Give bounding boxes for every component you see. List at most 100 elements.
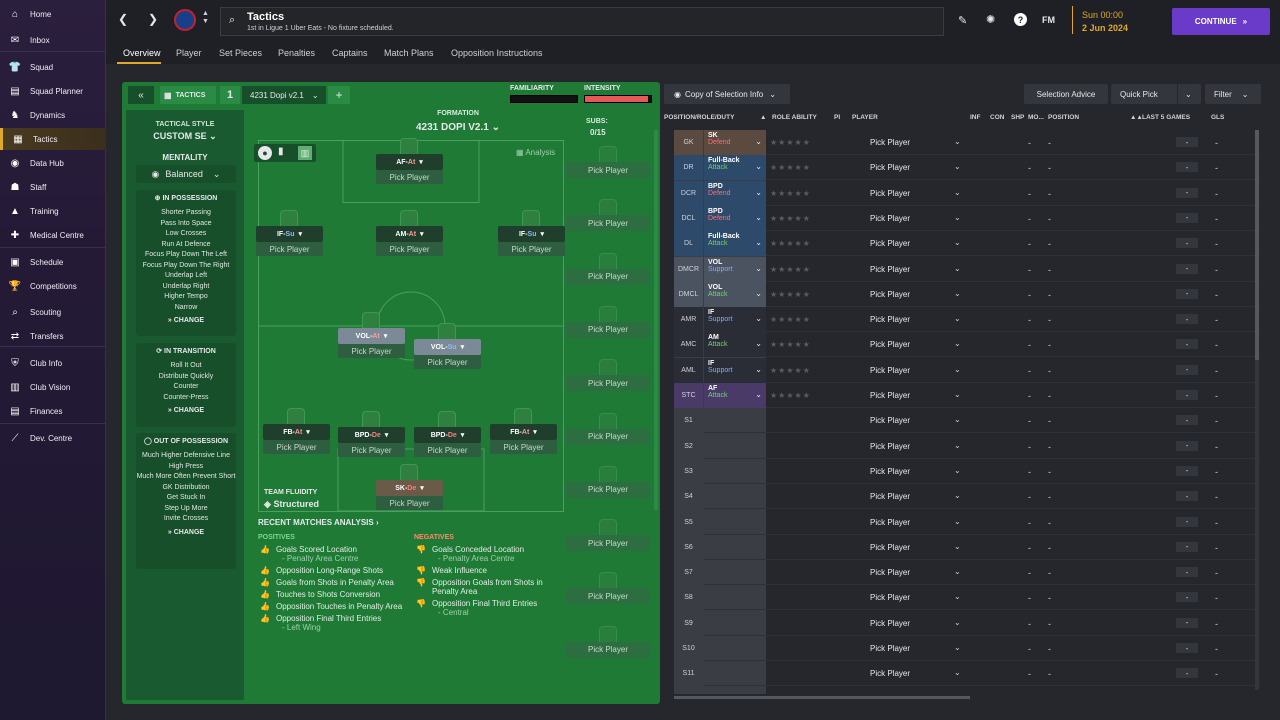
forward-arrow-icon[interactable]: ❯ [148, 12, 158, 26]
sidebar-item-dev-centre[interactable]: ⟋ Dev. Centre [0, 427, 106, 449]
tab-captains[interactable]: Captains [332, 48, 368, 58]
sidebar-item-staff[interactable]: ☗ Staff [0, 176, 106, 198]
table-row[interactable]: DCR BPD Defend ⌄ ★★★★★ Pick Player ⌄ - - - - [674, 180, 1260, 206]
sidebar-item-transfers[interactable]: ⇄ Transfers [0, 325, 106, 347]
pick-player-dropdown[interactable]: Pick Player [870, 543, 910, 552]
in-possession-box[interactable]: ⊕ IN POSSESSION Shorter Passing Pass Into… [136, 190, 236, 336]
sidebar-item-club-vision[interactable]: ▥ Club Vision [0, 376, 106, 398]
club-switch-chevrons-icon[interactable]: ▲ ▼ [202, 10, 209, 26]
pick-player-button[interactable]: Pick Player [263, 440, 330, 454]
sidebar-item-club-info[interactable]: ⛨ Club Info [0, 352, 106, 374]
sub-pick-player-button[interactable]: Pick Player [566, 535, 650, 552]
sidebar-item-squad-planner[interactable]: ▤ Squad Planner [0, 80, 106, 102]
table-row[interactable]: S1 Pick Player ⌄ - - - - [674, 408, 1260, 434]
col-shp[interactable]: SHP [1011, 114, 1024, 121]
sub-pick-player-button[interactable]: Pick Player [566, 375, 650, 392]
pick-player-dropdown[interactable]: Pick Player [870, 239, 910, 248]
negative-item[interactable]: 👎 Opposition Goals from Shots in Penalty … [416, 578, 566, 596]
col-position-role-duty[interactable]: POSITION/ROLE/DUTY [664, 114, 734, 121]
sub-pick-player-button[interactable]: Pick Player [566, 588, 650, 605]
sidebar-item-medical-centre[interactable]: ✚ Medical Centre [0, 224, 106, 246]
sidebar-item-competitions[interactable]: 🏆 Competitions [0, 275, 106, 297]
sidebar-item-training[interactable]: ▲ Training [0, 200, 106, 222]
back-arrow-icon[interactable]: ❮ [118, 12, 128, 26]
pick-player-dropdown[interactable]: Pick Player [870, 163, 910, 172]
positive-item[interactable]: 👍 Goals from Shots in Penalty Area [260, 578, 410, 587]
pick-player-button[interactable]: Pick Player [376, 496, 443, 510]
sub-pick-player-button[interactable]: Pick Player [566, 268, 650, 285]
pick-player-button[interactable]: Pick Player [338, 443, 405, 457]
tactic-name-dropdown[interactable]: 4231 Dopi v2.1 ⌄ [242, 86, 326, 104]
pick-player-button[interactable]: Pick Player [498, 242, 565, 256]
table-row[interactable]: S6 Pick Player ⌄ - - - - [674, 534, 1260, 560]
table-row[interactable]: DL Full-Back Attack ⌄ ★★★★★ Pick Player ⌄ - - - - [674, 231, 1260, 257]
sub-pick-player-button[interactable]: Pick Player [566, 215, 650, 232]
tab-opposition-instructions[interactable]: Opposition Instructions [451, 48, 543, 58]
table-row[interactable]: AMR IF Support ⌄ ★★★★★ Pick Player ⌄ - - - - [674, 307, 1260, 333]
club-badge-icon[interactable] [174, 9, 196, 31]
sidebar-item-finances[interactable]: ▤ Finances [0, 400, 106, 422]
fm-logo[interactable]: FM [1042, 15, 1055, 25]
tactical-style-dropdown[interactable]: CUSTOM SE ⌄ [126, 131, 244, 142]
pick-player-button[interactable]: Pick Player [376, 242, 443, 256]
table-horizontal-scrollbar[interactable] [674, 696, 970, 699]
sidebar-item-schedule[interactable]: ▣ Schedule [0, 251, 106, 273]
table-row[interactable]: AMC AM Attack ⌄ ★★★★★ Pick Player ⌄ - - - - [674, 332, 1260, 358]
role-cell[interactable]: IF Support ⌄ [704, 357, 766, 383]
positive-item[interactable]: 👍 Goals Scored Location - Penalty Area Cen… [260, 545, 410, 563]
role-cell[interactable]: AF Attack ⌄ [704, 383, 766, 408]
role-cell[interactable]: Full-Back Attack ⌄ [704, 155, 766, 181]
out-of-possession-change-button[interactable]: » CHANGE [136, 529, 236, 536]
role-cell[interactable]: SK Defend ⌄ [704, 130, 766, 155]
role-duty-selector[interactable]: AM - At ▾ [376, 226, 443, 242]
table-row[interactable]: STC AF Attack ⌄ ★★★★★ Pick Player ⌄ - - - - [674, 383, 1260, 408]
role-duty-selector[interactable]: SK - De ▾ [376, 480, 443, 496]
table-row[interactable]: DCL BPD Defend ⌄ ★★★★★ Pick Player ⌄ - - - - [674, 205, 1260, 231]
tactic-board-icon[interactable]: ▥ [298, 146, 312, 160]
role-cell[interactable]: IF Support ⌄ [704, 307, 766, 333]
filter-dropdown[interactable]: Filter ⌄ [1205, 84, 1261, 104]
sidebar-item-dynamics[interactable]: ♞ Dynamics [0, 104, 106, 126]
in-transition-change-button[interactable]: » CHANGE [136, 407, 236, 414]
pick-player-dropdown[interactable]: Pick Player [870, 315, 910, 324]
negative-item[interactable]: 👎 Goals Conceded Location - Penalty Area C… [416, 545, 566, 563]
pick-player-dropdown[interactable]: Pick Player [870, 391, 910, 400]
pick-player-dropdown[interactable]: Pick Player [870, 290, 910, 299]
col-pi[interactable]: PI [834, 114, 840, 121]
pick-player-button[interactable]: Pick Player [414, 443, 481, 457]
pick-player-button[interactable]: Pick Player [490, 440, 557, 454]
positive-item[interactable]: 👍 Opposition Final Third Entries - Left Wi… [260, 614, 410, 632]
pick-player-dropdown[interactable]: Pick Player [870, 138, 910, 147]
player-view-icon[interactable]: ● [258, 146, 272, 160]
search-bar[interactable]: ⌕ Tactics 1st in Ligue 1 Uber Eats - No … [220, 7, 944, 36]
pick-player-dropdown[interactable]: Pick Player [870, 416, 910, 425]
col-inf[interactable]: INF [970, 114, 980, 121]
in-possession-change-button[interactable]: » CHANGE [136, 317, 236, 324]
role-duty-selector[interactable]: AF - At ▾ [376, 154, 443, 170]
table-row[interactable]: DMCR VOL Support ⌄ ★★★★★ Pick Player ⌄ - - - - [674, 256, 1260, 282]
sidebar-item-home[interactable]: ⌂ Home [0, 3, 106, 25]
pick-player-button[interactable]: Pick Player [338, 344, 405, 358]
table-row[interactable]: DR Full-Back Attack ⌄ ★★★★★ Pick Player ⌄ - - - - [674, 155, 1260, 181]
positive-item[interactable]: 👍 Opposition Touches in Penalty Area [260, 602, 410, 611]
in-transition-box[interactable]: ⟳ IN TRANSITION Roll It Out Distribute Qu… [136, 343, 236, 427]
mentality-dropdown[interactable]: ◉ Balanced ⌄ [136, 165, 236, 183]
tab-penalties[interactable]: Penalties [278, 48, 315, 58]
role-cell[interactable]: BPD Defend ⌄ [704, 205, 766, 231]
col-player[interactable]: PLAYER [852, 114, 878, 121]
role-cell[interactable]: AM Attack ⌄ [704, 332, 766, 358]
pick-player-dropdown[interactable]: Pick Player [870, 518, 910, 527]
role-duty-selector[interactable]: BPD - De ▾ [338, 427, 405, 443]
negative-item[interactable]: 👎 Opposition Final Third Entries - Central [416, 599, 566, 617]
quick-pick-button[interactable]: Quick Pick ⌄ [1111, 84, 1201, 104]
continue-button[interactable]: CONTINUE » [1172, 8, 1270, 35]
tab-set-pieces[interactable]: Set Pieces [219, 48, 262, 58]
table-row[interactable]: S11 Pick Player ⌄ - - - - [674, 661, 1260, 687]
table-row[interactable]: S9 Pick Player ⌄ - - - - [674, 610, 1260, 636]
pick-player-dropdown[interactable]: Pick Player [870, 214, 910, 223]
pick-player-dropdown[interactable]: Pick Player [870, 442, 910, 451]
role-cell[interactable]: VOL Support ⌄ [704, 256, 766, 282]
role-cell[interactable]: Full-Back Attack ⌄ [704, 231, 766, 257]
negative-item[interactable]: 👎 Weak Influence [416, 566, 566, 575]
role-duty-selector[interactable]: IF - Su ▾ [498, 226, 565, 242]
